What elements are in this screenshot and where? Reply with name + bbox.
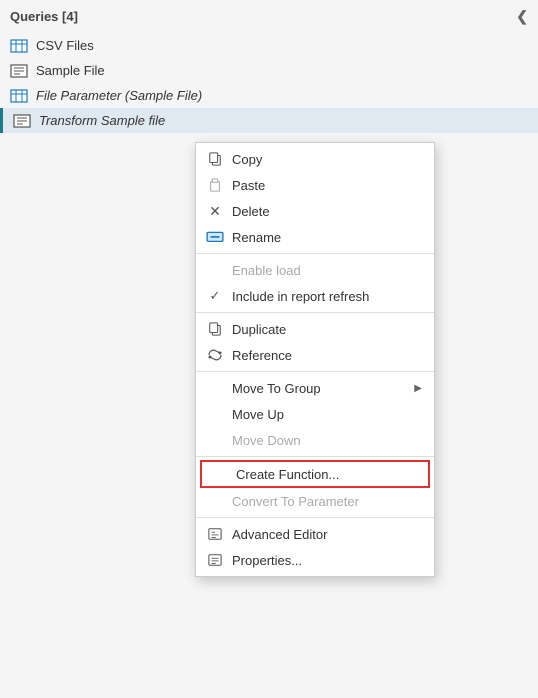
copy-label: Copy	[232, 152, 422, 167]
advanced-editor-label: Advanced Editor	[232, 527, 422, 542]
menu-item-paste[interactable]: Paste	[196, 172, 434, 198]
menu-item-properties[interactable]: Properties...	[196, 547, 434, 573]
rename-icon	[206, 229, 224, 245]
paste-icon	[206, 177, 224, 193]
transform-sample-icon	[13, 114, 31, 128]
enable-load-label: Enable load	[232, 263, 422, 278]
query-item-csv-files[interactable]: CSV Files	[0, 33, 538, 58]
enable-load-icon	[206, 262, 224, 278]
menu-item-copy[interactable]: Copy	[196, 146, 434, 172]
csv-files-icon	[10, 39, 28, 53]
menu-item-create-function[interactable]: Create Function...	[200, 460, 430, 488]
create-function-icon	[210, 466, 228, 482]
sample-file-label: Sample File	[36, 63, 105, 78]
move-up-icon	[206, 406, 224, 422]
transform-sample-label: Transform Sample file	[39, 113, 165, 128]
convert-param-label: Convert To Parameter	[232, 494, 422, 509]
query-list: CSV Files Sample File	[0, 33, 538, 133]
include-report-label: Include in report refresh	[232, 289, 422, 304]
reference-label: Reference	[232, 348, 422, 363]
separator-1	[196, 253, 434, 254]
menu-item-enable-load: Enable load	[196, 257, 434, 283]
collapse-icon[interactable]: ❮	[516, 8, 528, 25]
menu-item-move-to-group[interactable]: Move To Group ▶	[196, 375, 434, 401]
move-to-group-icon	[206, 380, 224, 396]
convert-param-icon	[206, 493, 224, 509]
reference-icon	[206, 347, 224, 363]
properties-label: Properties...	[232, 553, 422, 568]
duplicate-label: Duplicate	[232, 322, 422, 337]
sidebar-title: Queries [4]	[10, 9, 78, 24]
file-parameter-icon	[10, 89, 28, 103]
submenu-arrow: ▶	[414, 383, 422, 394]
move-down-icon	[206, 432, 224, 448]
separator-5	[196, 517, 434, 518]
delete-icon: ✕	[206, 203, 224, 219]
menu-item-reference[interactable]: Reference	[196, 342, 434, 368]
properties-icon	[206, 552, 224, 568]
separator-4	[196, 456, 434, 457]
menu-item-duplicate[interactable]: Duplicate	[196, 316, 434, 342]
file-parameter-label: File Parameter (Sample File)	[36, 88, 202, 103]
sidebar-header: Queries [4] ❮	[0, 0, 538, 33]
query-item-file-parameter[interactable]: File Parameter (Sample File)	[0, 83, 538, 108]
move-down-label: Move Down	[232, 433, 422, 448]
duplicate-icon	[206, 321, 224, 337]
advanced-editor-icon	[206, 526, 224, 542]
csv-files-label: CSV Files	[36, 38, 94, 53]
query-item-sample-file[interactable]: Sample File	[0, 58, 538, 83]
query-item-transform-sample[interactable]: Transform Sample file	[0, 108, 538, 133]
menu-item-rename[interactable]: Rename	[196, 224, 434, 250]
menu-item-advanced-editor[interactable]: Advanced Editor	[196, 521, 434, 547]
copy-icon	[206, 151, 224, 167]
check-icon: ✓	[206, 288, 224, 304]
menu-item-move-down: Move Down	[196, 427, 434, 453]
move-up-label: Move Up	[232, 407, 422, 422]
rename-label: Rename	[232, 230, 422, 245]
separator-3	[196, 371, 434, 372]
create-function-label: Create Function...	[236, 467, 420, 482]
context-menu: Copy Paste ✕ Delete Rename Enable load	[195, 142, 435, 577]
menu-item-include-report[interactable]: ✓ Include in report refresh	[196, 283, 434, 309]
menu-item-convert-param: Convert To Parameter	[196, 488, 434, 514]
delete-label: Delete	[232, 204, 422, 219]
sample-file-icon	[10, 64, 28, 78]
separator-2	[196, 312, 434, 313]
paste-label: Paste	[232, 178, 422, 193]
move-to-group-label: Move To Group	[232, 381, 406, 396]
menu-item-move-up[interactable]: Move Up	[196, 401, 434, 427]
menu-item-delete[interactable]: ✕ Delete	[196, 198, 434, 224]
